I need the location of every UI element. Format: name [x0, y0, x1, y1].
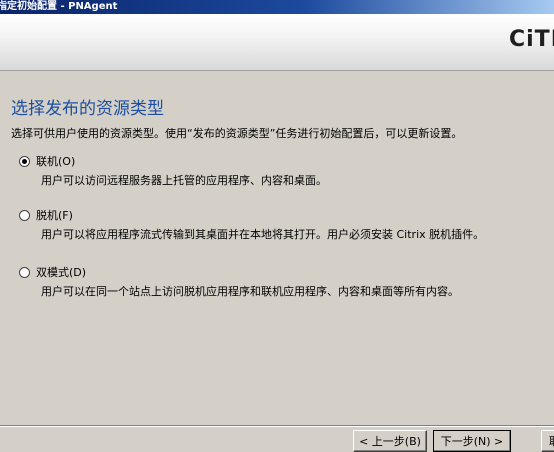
- option-offline-label[interactable]: 脱机(F): [36, 209, 73, 222]
- option-dual-mode[interactable]: 双模式(D) 用户可以在同一个站点上访问脱机应用程序和联机应用程序、内容和桌面等…: [19, 266, 459, 299]
- option-online-label[interactable]: 联机(O): [36, 155, 75, 168]
- title-bar: 指定初始配置 - PNAgent: [0, 0, 554, 14]
- option-online-description: 用户可以访问远程服务器上托管的应用程序、内容和桌面。: [41, 174, 327, 187]
- option-dual-mode-description: 用户可以在同一个站点上访问脱机应用程序和联机应用程序、内容和桌面等所有内容。: [41, 285, 459, 298]
- button-bar-separator: [0, 425, 554, 427]
- window-title: 指定初始配置 - PNAgent: [0, 1, 118, 12]
- option-offline-description: 用户可以将应用程序流式传输到其桌面并在本地将其打开。用户必须安装 Citrix …: [41, 228, 485, 241]
- citrix-logo: CiTR: [509, 27, 554, 52]
- option-dual-mode-label[interactable]: 双模式(D): [36, 266, 86, 279]
- header-banner: CiTR: [0, 14, 554, 71]
- option-online[interactable]: 联机(O) 用户可以访问远程服务器上托管的应用程序、内容和桌面。: [19, 155, 327, 188]
- radio-selected-dot: [22, 159, 27, 164]
- radio-online[interactable]: [19, 156, 30, 167]
- next-button[interactable]: 下一步(N) >: [433, 430, 511, 452]
- cancel-button[interactable]: 取: [541, 430, 554, 452]
- radio-dual-mode[interactable]: [19, 267, 30, 278]
- page-intro: 选择可供用户使用的资源类型。使用“发布的资源类型”任务进行初始配置后，可以更新设…: [11, 127, 463, 140]
- radio-offline[interactable]: [19, 210, 30, 221]
- page-title: 选择发布的资源类型: [11, 99, 164, 119]
- option-offline[interactable]: 脱机(F) 用户可以将应用程序流式传输到其桌面并在本地将其打开。用户必须安装 C…: [19, 209, 484, 242]
- back-button[interactable]: < 上一步(B): [353, 430, 427, 452]
